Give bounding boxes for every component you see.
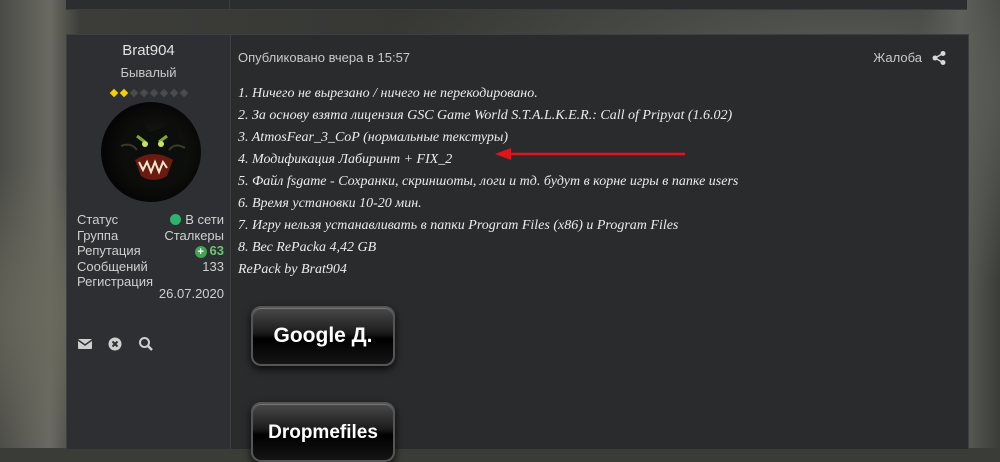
share-icon[interactable] <box>931 50 947 66</box>
author-stats: Статус В сети Группа Сталкеры Репутация … <box>77 212 224 301</box>
stat-posts: Сообщений 133 <box>77 259 224 275</box>
envelope-icon[interactable] <box>77 336 93 352</box>
google-drive-download-button[interactable]: Google Д. <box>251 306 395 366</box>
stat-status: Статус В сети <box>77 212 224 228</box>
online-status-icon <box>170 214 182 225</box>
rank-pip <box>159 88 169 98</box>
stat-label: Статус <box>77 212 119 227</box>
post-line: 7. Игру нельзя устанавливать в папки Pro… <box>238 218 679 233</box>
post-body: 1. Ничего не вырезано / ничего не переко… <box>238 83 938 281</box>
rank-pip <box>139 88 149 98</box>
author-actions <box>77 335 164 351</box>
stat-value: 26.07.2020 <box>158 286 224 301</box>
rank-pip <box>149 88 159 98</box>
post-line: 1. Ничего не вырезано / ничего не переко… <box>238 86 538 101</box>
stat-value: Сталкеры <box>164 227 224 243</box>
red-arrow-annotation <box>495 148 685 160</box>
rank-pip <box>129 88 139 98</box>
stat-label: Группа <box>77 227 119 243</box>
rank-pip <box>179 88 189 98</box>
stat-reputation: Репутация +63 <box>77 243 224 259</box>
avatar[interactable] <box>101 102 201 202</box>
author-rank: Бывалый <box>120 65 177 80</box>
stat-label: Репутация <box>77 243 141 258</box>
author-panel: Brat904 Бывалый Статус В сети Группа Ста… <box>67 35 231 449</box>
previous-post-edge <box>66 0 967 10</box>
author-username[interactable]: Brat904 <box>67 42 230 59</box>
post-line: 6. Время установки 10-20 мин. <box>238 196 422 211</box>
stat-group: Группа Сталкеры <box>77 228 224 244</box>
post-line: 5. Файл fsgame - Сохранки, скриншоты, ло… <box>238 174 739 189</box>
close-icon[interactable] <box>107 336 123 352</box>
post-timestamp[interactable]: Опубликовано вчера в 15:57 <box>238 50 410 65</box>
dropmefiles-download-button[interactable]: Dropmefiles <box>251 402 395 462</box>
stat-value: 63 <box>209 243 224 258</box>
post-line: 8. Вес RePacka 4,42 GB <box>238 240 377 255</box>
post-line: 2. За основу взята лицензия GSC Game Wor… <box>238 108 733 123</box>
rank-pip <box>169 88 179 98</box>
stat-value: В сети <box>185 212 224 227</box>
rank-pip <box>119 88 129 98</box>
stat-value: 133 <box>202 258 224 274</box>
report-link[interactable]: Жалоба <box>873 50 922 65</box>
post-content: Опубликовано вчера в 15:57 Жалоба 1. Нич… <box>231 35 968 462</box>
stat-label: Сообщений <box>77 258 148 274</box>
post-line: RePack by Brat904 <box>238 262 347 277</box>
search-icon[interactable] <box>138 336 154 352</box>
post-line: 3. AtmosFear_3_CoP (нормальные текстуры) <box>238 130 509 145</box>
rank-pips <box>109 83 191 98</box>
forum-post: Brat904 Бывалый Статус В сети Группа Ста… <box>66 34 969 462</box>
rank-pip <box>109 88 119 98</box>
reputation-plus-icon: + <box>194 246 207 258</box>
